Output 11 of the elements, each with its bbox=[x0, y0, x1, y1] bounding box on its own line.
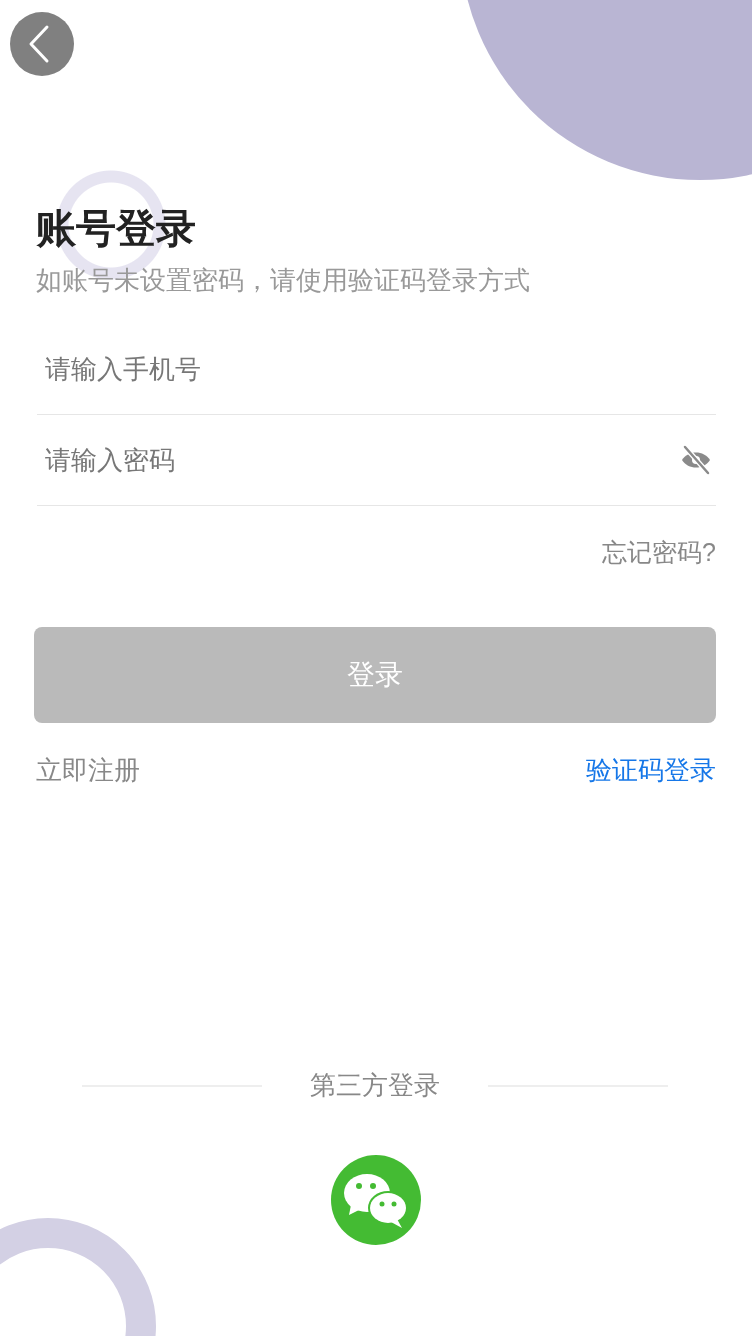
phone-field[interactable]: 请输入手机号 bbox=[37, 339, 716, 399]
eye-slash-icon[interactable] bbox=[680, 445, 712, 475]
third-party-label: 第三方登录 bbox=[310, 1069, 440, 1102]
forgot-password-link[interactable]: 忘记密码? bbox=[602, 536, 716, 569]
code-login-link[interactable]: 验证码登录 bbox=[586, 753, 716, 788]
chevron-left-icon bbox=[27, 24, 51, 64]
register-link[interactable]: 立即注册 bbox=[36, 753, 140, 788]
password-field[interactable]: 请输入密码 bbox=[37, 430, 680, 490]
chat-bubbles-icon[interactable] bbox=[331, 1155, 421, 1245]
subtitle: 如账号未设置密码，请使用验证码登录方式 bbox=[36, 264, 531, 297]
page-title: 账号登录 bbox=[36, 205, 196, 252]
